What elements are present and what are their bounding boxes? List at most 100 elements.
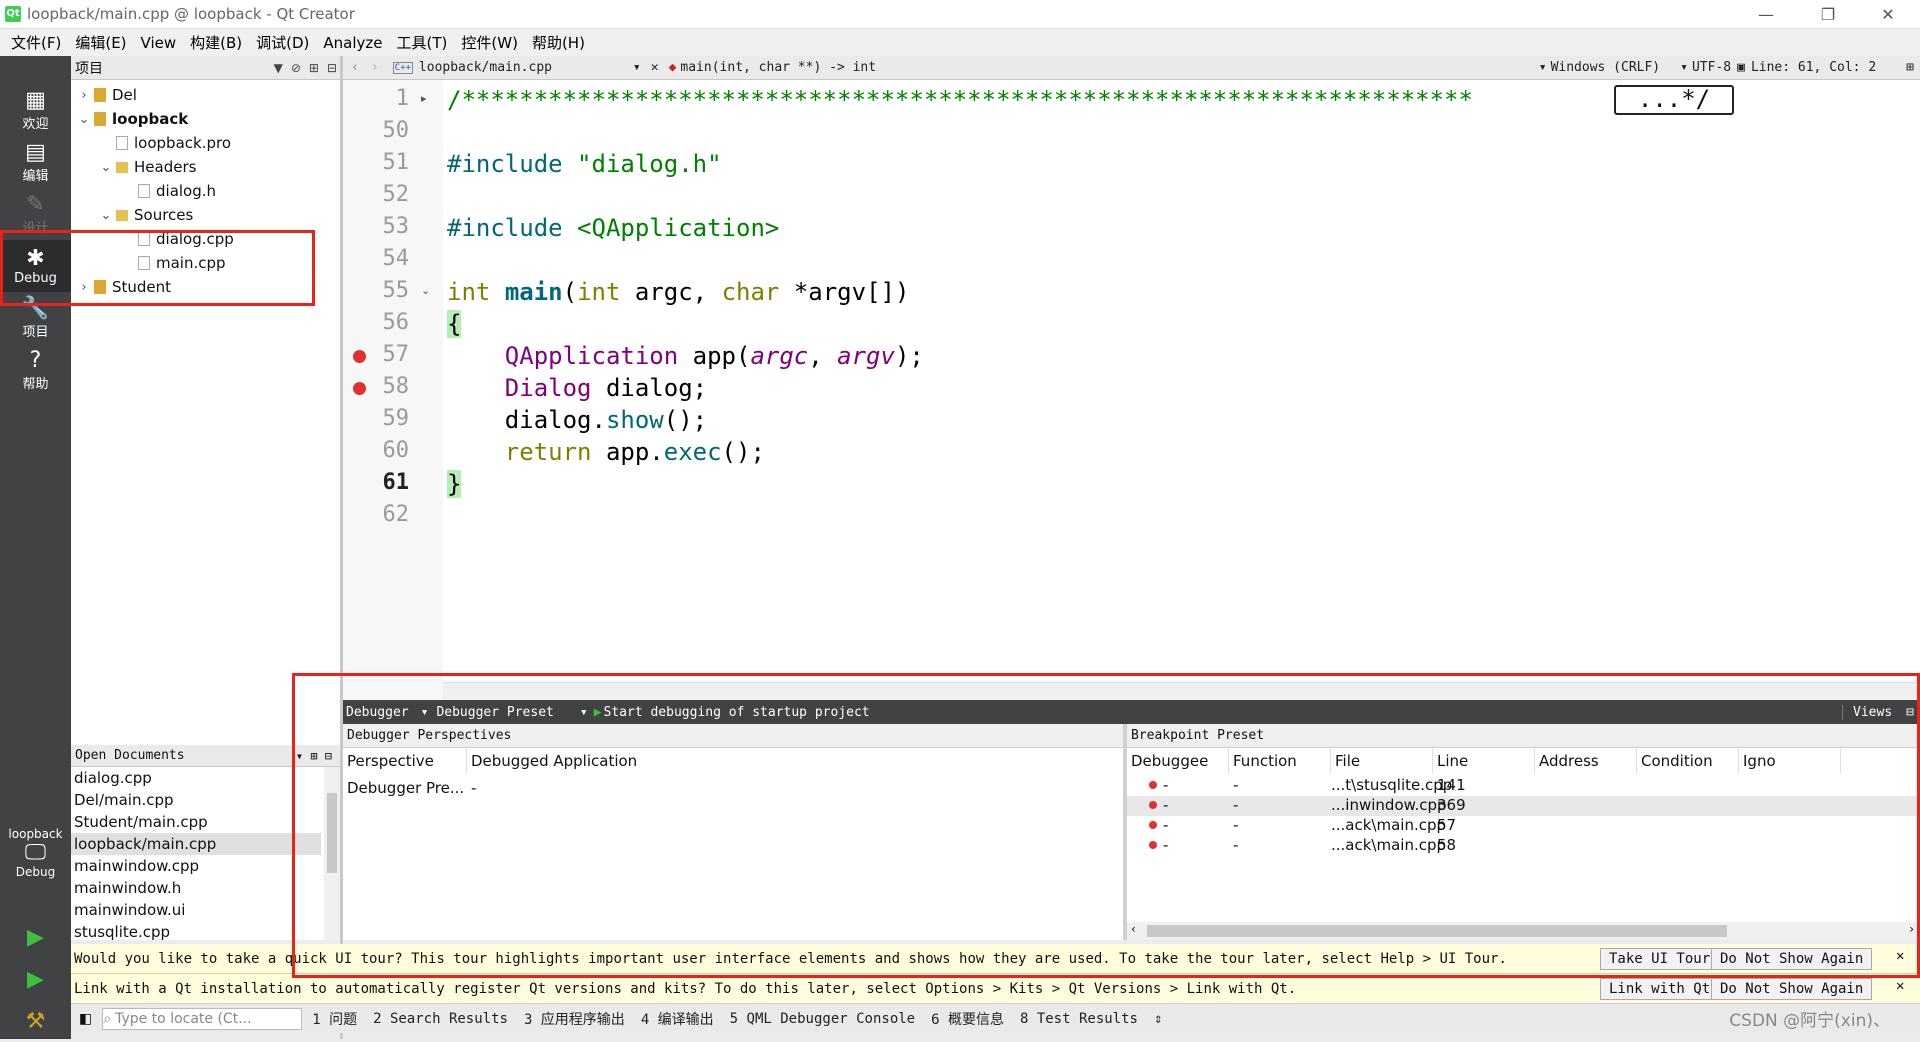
mode-help[interactable]: ? 帮助 — [0, 344, 71, 396]
perspective-cell[interactable]: Debugger Pre... — [347, 779, 464, 797]
pane-test-results[interactable]: 8 Test Results — [1020, 1011, 1138, 1027]
open-document-item[interactable]: mainwindow.cpp — [74, 855, 199, 877]
scroll-right-icon[interactable]: › — [1909, 922, 1914, 936]
restore-button[interactable]: ❐ — [1800, 0, 1856, 29]
start-debugging-button[interactable]: Start debugging of startup project — [604, 705, 870, 720]
close-pane-icon[interactable]: ⊟ — [327, 61, 337, 75]
build-button[interactable]: ⚒ — [0, 1002, 71, 1042]
menu-analyze[interactable]: Analyze — [316, 34, 389, 52]
open-document-item[interactable]: Student/main.cpp — [74, 811, 208, 833]
preset-selector[interactable]: Debugger Preset — [436, 705, 553, 720]
breakpoint-column-header[interactable]: Address — [1535, 748, 1637, 774]
close-infobar-icon-2[interactable]: ✕ — [1896, 978, 1904, 994]
tree-item[interactable]: loopback.pro — [99, 131, 231, 155]
scrollbar-thumb[interactable] — [327, 793, 337, 873]
preset-dropdown-icon[interactable]: ▾ — [580, 705, 588, 720]
expand-arrow-icon[interactable]: › — [77, 280, 91, 295]
do-not-show-again-button-2[interactable]: Do Not Show Again — [1711, 978, 1873, 1000]
filter-icon[interactable]: ▼ — [274, 61, 283, 75]
encoding-selector[interactable]: UTF-8 — [1692, 60, 1731, 75]
mode-design[interactable]: ✎ 设计 — [0, 188, 71, 240]
more-panes-icon[interactable]: ⇕ — [1154, 1011, 1162, 1027]
debug-run-button[interactable]: ▶ — [0, 960, 71, 1000]
tree-item[interactable]: ⌄ Headers — [99, 155, 197, 179]
line-ending-selector[interactable]: Windows (CRLF) — [1551, 60, 1661, 75]
menu-file[interactable]: 文件(F) — [4, 32, 68, 53]
editor-horizontal-scrollbar[interactable] — [443, 682, 1920, 700]
mode-debug[interactable]: ✱ Debug — [0, 240, 71, 292]
pane-general-messages[interactable]: 6 概要信息 — [931, 1009, 1004, 1029]
tree-item[interactable]: main.cpp — [121, 251, 226, 275]
breakpoint-scrollbar[interactable]: ‹ › — [1127, 922, 1920, 940]
projects-title[interactable]: 项目 — [75, 58, 103, 78]
pane-app-output[interactable]: 3 应用程序输出 — [524, 1009, 625, 1029]
breakpoint-row[interactable]: - - ...t\stusqlite.cpp 141 — [1127, 776, 1920, 796]
code-editor[interactable]: /***************************************… — [443, 80, 1920, 700]
mode-edit[interactable]: ▤ 编辑 — [0, 136, 71, 188]
breakpoint-icon[interactable] — [353, 382, 366, 395]
link-icon[interactable]: ⊘ — [291, 61, 301, 75]
cursor-position[interactable]: Line: 61, Col: 2 — [1751, 60, 1876, 75]
pane-issues[interactable]: 1 问题 — [312, 1009, 357, 1029]
toggle-sidebar-icon[interactable]: ◧ — [79, 1011, 92, 1027]
close-document-icon[interactable]: ✕ — [651, 60, 659, 75]
split-editor-icon[interactable]: ▣ — [1737, 60, 1745, 75]
open-document-item[interactable]: mainwindow.h — [74, 877, 181, 899]
breakpoint-icon[interactable] — [353, 350, 366, 363]
pane-search-results[interactable]: 2 Search Results — [373, 1011, 508, 1027]
scrollbar-thumb[interactable] — [1147, 925, 1727, 937]
breakpoint-row[interactable]: - - ...ack\main.cpp 58 — [1127, 836, 1920, 856]
folded-comment-marker[interactable]: ...*/ — [1614, 85, 1734, 115]
close-button[interactable]: ✕ — [1860, 0, 1916, 29]
split-icon[interactable]: ⊞ — [309, 61, 319, 75]
application-cell[interactable]: - — [471, 779, 476, 797]
fold-marker-icon[interactable]: ⌄ — [421, 284, 430, 297]
breakpoint-row[interactable]: - - ...inwindow.cpp 369 — [1127, 796, 1920, 816]
menu-tools[interactable]: 工具(T) — [390, 32, 455, 53]
tree-item[interactable]: › Del — [77, 83, 137, 107]
mode-welcome[interactable]: ▦ 欢迎 — [0, 84, 71, 136]
open-documents-title[interactable]: Open Documents — [75, 748, 185, 763]
dropdown-icon[interactable]: ▾ — [633, 60, 641, 75]
breakpoint-column-header[interactable]: Function — [1229, 748, 1331, 774]
tree-item[interactable]: ⌄ Sources — [99, 203, 194, 227]
kit-selector[interactable]: loopback 🖵 Debug — [0, 818, 71, 888]
menu-help[interactable]: 帮助(H) — [525, 32, 592, 53]
column-perspective[interactable]: Perspective — [343, 748, 467, 774]
open-document-item[interactable]: mainwindow.ui — [74, 899, 185, 921]
expand-arrow-icon[interactable]: ⌄ — [99, 160, 113, 175]
symbol-selector[interactable]: main(int, char **) -> int — [680, 60, 876, 75]
take-ui-tour-button[interactable]: Take UI Tour — [1600, 948, 1720, 970]
scroll-left-icon[interactable]: ‹ — [1131, 922, 1136, 936]
split-icon-right[interactable]: ⊞ — [1906, 60, 1914, 75]
locator-input[interactable]: ⌕ Type to locate (Ct... — [102, 1007, 303, 1030]
open-document-item[interactable]: dialog.cpp — [74, 767, 152, 789]
expand-arrow-icon[interactable]: ⌄ — [77, 112, 91, 127]
breakpoint-column-header[interactable]: Igno — [1739, 748, 1841, 774]
tree-item[interactable]: ⌄ loopback — [77, 107, 189, 131]
tree-item[interactable]: dialog.h — [121, 179, 216, 203]
float-pane-icon[interactable]: ⊟ — [1906, 705, 1914, 720]
expand-arrow-icon[interactable]: ⌄ — [99, 208, 113, 223]
breakpoint-column-header[interactable]: Line — [1433, 748, 1535, 774]
menu-debug[interactable]: 调试(D) — [249, 32, 316, 53]
menu-widgets[interactable]: 控件(W) — [454, 32, 525, 53]
column-debugged-application[interactable]: Debugged Application — [467, 748, 767, 774]
fold-marker-icon[interactable]: ▸ — [421, 92, 427, 105]
pane-qml-console[interactable]: 5 QML Debugger Console — [730, 1011, 915, 1027]
minimize-button[interactable]: — — [1738, 0, 1794, 29]
line-number-gutter[interactable]: 1 50 51 52 53 54 55 56 57 58 59 60 61 62 ▸ ⌄ — [343, 80, 443, 700]
open-document-item[interactable]: stusqlite.cpp — [74, 921, 170, 943]
open-document-item[interactable]: Del/main.cpp — [74, 789, 174, 811]
forward-icon[interactable]: › — [371, 60, 379, 75]
menu-view[interactable]: View — [134, 34, 184, 52]
expand-arrow-icon[interactable]: › — [77, 88, 91, 103]
open-documents-dropdown-icon[interactable]: ▾ ⊞ ⊟ — [296, 749, 332, 763]
breakpoint-column-header[interactable]: Debuggee — [1127, 748, 1229, 774]
back-icon[interactable]: ‹ — [351, 60, 359, 75]
open-documents-scrollbar[interactable] — [324, 767, 340, 940]
debugger-selector[interactable]: Debugger — [346, 705, 409, 720]
tree-item[interactable]: dialog.cpp — [121, 227, 234, 251]
breakpoint-row[interactable]: - - ...ack\main.cpp 57 — [1127, 816, 1920, 836]
run-button[interactable]: ▶ — [0, 918, 71, 958]
